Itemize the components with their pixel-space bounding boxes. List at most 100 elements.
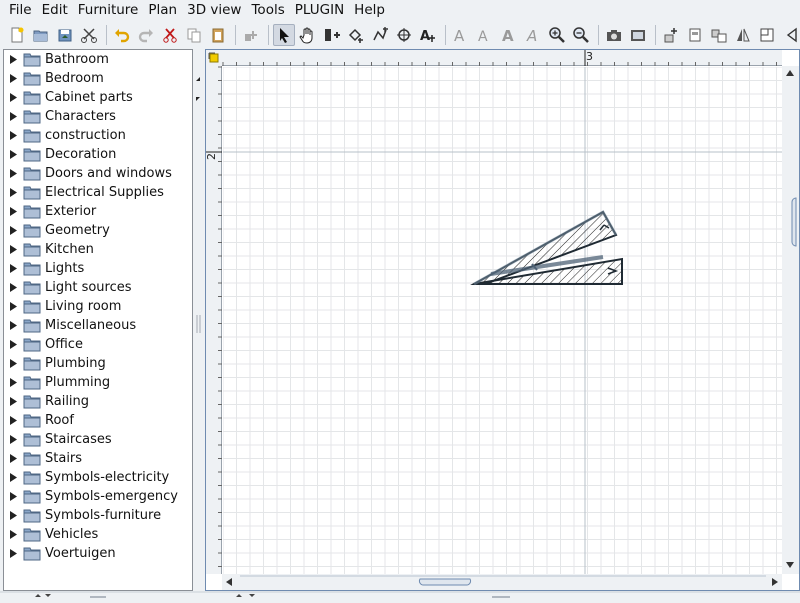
redo-icon[interactable]	[135, 24, 157, 46]
group-icon[interactable]	[708, 24, 730, 46]
catalog-category[interactable]: Light sources	[4, 278, 192, 297]
catalog-category[interactable]: construction	[4, 126, 192, 145]
catalog-category[interactable]: Stairs	[4, 449, 192, 468]
text-style-icon[interactable]: A	[450, 24, 472, 46]
delete-icon[interactable]	[159, 24, 181, 46]
expand-arrow-icon[interactable]	[8, 74, 18, 83]
catalog-category[interactable]: Voertuigen	[4, 544, 192, 563]
vertical-scrollbar[interactable]	[782, 66, 799, 574]
import-furniture-icon[interactable]	[660, 24, 682, 46]
create-dimensions-icon[interactable]	[393, 24, 415, 46]
expand-arrow-icon[interactable]	[8, 473, 18, 482]
plan-canvas[interactable]	[223, 67, 782, 574]
create-rooms-icon[interactable]	[345, 24, 367, 46]
save-file-icon[interactable]	[54, 24, 76, 46]
expand-arrow-icon[interactable]	[8, 416, 18, 425]
catalog-category[interactable]: Geometry	[4, 221, 192, 240]
photo-icon[interactable]	[627, 24, 649, 46]
expand-arrow-icon[interactable]	[8, 454, 18, 463]
selected-walls[interactable]	[223, 67, 782, 574]
catalog-category[interactable]: Exterior	[4, 202, 192, 221]
catalog-category[interactable]: Doors and windows	[4, 164, 192, 183]
catalog-category[interactable]: Living room	[4, 297, 192, 316]
catalog-category[interactable]: Vehicles	[4, 525, 192, 544]
add-furniture-icon[interactable]	[240, 24, 262, 46]
expand-arrow-icon[interactable]	[8, 530, 18, 539]
expand-arrow-icon[interactable]	[8, 378, 18, 387]
expand-arrow-icon[interactable]	[8, 397, 18, 406]
catalog-category[interactable]: Staircases	[4, 430, 192, 449]
expand-arrow-icon[interactable]	[8, 245, 18, 254]
expand-arrow-icon[interactable]	[8, 359, 18, 368]
catalog-category[interactable]: Bathroom	[4, 50, 192, 69]
menu-tools[interactable]: Tools	[246, 0, 289, 21]
export-icon[interactable]	[684, 24, 706, 46]
catalog-category[interactable]: Plumbing	[4, 354, 192, 373]
catalog-category[interactable]: Railing	[4, 392, 192, 411]
menu-help[interactable]: Help	[349, 0, 390, 21]
catalog-category[interactable]: Bedroom	[4, 69, 192, 88]
camera-icon[interactable]	[603, 24, 625, 46]
cut-scissors-icon[interactable]	[78, 24, 100, 46]
text-plain-icon[interactable]: A	[498, 24, 520, 46]
expand-arrow-icon[interactable]	[8, 112, 18, 121]
bottom-status-row	[0, 591, 800, 603]
expand-arrow-icon[interactable]	[8, 549, 18, 558]
expand-arrow-icon[interactable]	[8, 492, 18, 501]
catalog-category[interactable]: Miscellaneous	[4, 316, 192, 335]
text-italic-icon[interactable]: A	[522, 24, 544, 46]
copy-icon[interactable]	[183, 24, 205, 46]
create-walls-icon[interactable]	[321, 24, 343, 46]
undo-icon[interactable]	[111, 24, 133, 46]
expand-arrow-icon[interactable]	[8, 283, 18, 292]
pan-hand-icon[interactable]	[297, 24, 319, 46]
menu-3d-view[interactable]: 3D view	[182, 0, 246, 21]
horizontal-scrollbar[interactable]	[222, 574, 782, 590]
text-bold-icon[interactable]: A	[474, 24, 496, 46]
catalog-category[interactable]: Decoration	[4, 145, 192, 164]
expand-arrow-icon[interactable]	[8, 340, 18, 349]
panel-splitter[interactable]	[194, 49, 204, 594]
expand-arrow-icon[interactable]	[8, 150, 18, 159]
catalog-category[interactable]: Electrical Supplies	[4, 183, 192, 202]
new-file-icon[interactable]	[6, 24, 28, 46]
expand-arrow-icon[interactable]	[8, 207, 18, 216]
menu-furniture[interactable]: Furniture	[73, 0, 144, 21]
open-file-icon[interactable]	[30, 24, 52, 46]
catalog-category[interactable]: Roof	[4, 411, 192, 430]
catalog-category[interactable]: Kitchen	[4, 240, 192, 259]
expand-arrow-icon[interactable]	[8, 435, 18, 444]
expand-arrow-icon[interactable]	[8, 321, 18, 330]
expand-arrow-icon[interactable]	[8, 93, 18, 102]
menu-plugin[interactable]: PLUGIN	[290, 0, 349, 21]
catalog-category[interactable]: Lights	[4, 259, 192, 278]
plan-view-icon[interactable]	[756, 24, 778, 46]
catalog-category[interactable]: Office	[4, 335, 192, 354]
flip-icon[interactable]	[732, 24, 754, 46]
plan-view[interactable]: 3 2	[205, 49, 800, 591]
expand-arrow-icon[interactable]	[8, 302, 18, 311]
expand-arrow-icon[interactable]	[8, 188, 18, 197]
menu-file[interactable]: File	[4, 0, 37, 21]
catalog-category[interactable]: Symbols-furniture	[4, 506, 192, 525]
catalog-category[interactable]: Plumming	[4, 373, 192, 392]
select-pointer-icon[interactable]	[273, 24, 295, 46]
menu-plan[interactable]: Plan	[143, 0, 182, 21]
add-text-icon[interactable]: A	[417, 24, 439, 46]
more-icon[interactable]	[780, 24, 800, 46]
catalog-category[interactable]: Cabinet parts	[4, 88, 192, 107]
menu-edit[interactable]: Edit	[37, 0, 73, 21]
expand-arrow-icon[interactable]	[8, 511, 18, 520]
expand-arrow-icon[interactable]	[8, 264, 18, 273]
catalog-category[interactable]: Symbols-emergency	[4, 487, 192, 506]
expand-arrow-icon[interactable]	[8, 55, 18, 64]
zoom-out-icon[interactable]	[570, 24, 592, 46]
expand-arrow-icon[interactable]	[8, 169, 18, 178]
catalog-category[interactable]: Symbols-electricity	[4, 468, 192, 487]
expand-arrow-icon[interactable]	[8, 131, 18, 140]
create-polylines-icon[interactable]	[369, 24, 391, 46]
expand-arrow-icon[interactable]	[8, 226, 18, 235]
paste-icon[interactable]	[207, 24, 229, 46]
zoom-in-icon[interactable]	[546, 24, 568, 46]
catalog-category[interactable]: Characters	[4, 107, 192, 126]
